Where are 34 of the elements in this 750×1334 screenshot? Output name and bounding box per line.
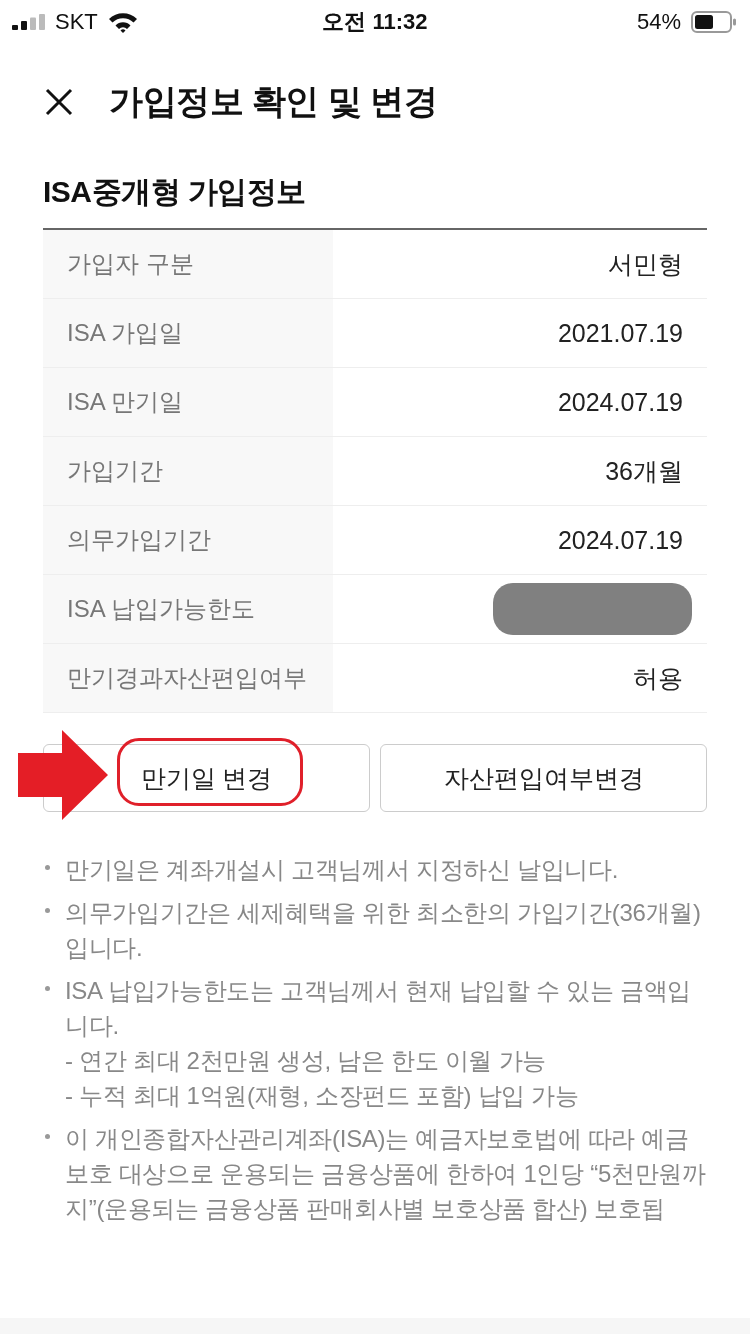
status-time: 오전 11:32 [322,8,428,36]
row-label: ISA 가입일 [43,299,333,367]
note-text: 만기일은 계좌개설시 고객님께서 지정하신 날입니다. [65,855,620,885]
battery-icon [691,11,736,33]
row-label: ISA 납입가능한도 [43,575,333,643]
note-text: 이 개인종합자산관리계좌(ISA)는 예금자보호법에 따라 예금보호 대상으로 운용되는 금융상품에 한하여 1인당 “5천만원까지”(운용되는 금융상품 판매회사별 보호상품 합산) 보호됩 [65,1124,707,1224]
row-label: 가입자 구분 [43,230,333,298]
action-button[interactable]: 자산편입여부변경 [380,744,707,812]
section-title: ISA중개형 가입정보 [43,174,307,210]
note-text: ISA 납입가능한도는 고객님께서 현재 납입할 수 있는 금액입니다. [65,976,693,1041]
close-icon [45,88,73,116]
row-label: 만기경과자산편입여부 [43,644,333,712]
row-value: 36개월 [604,455,684,487]
wifi-icon [107,11,138,33]
note-sub-item: - 누적 최대 1억원(재형, 소장펀드 포함) 납입 가능 [65,1081,580,1111]
battery-percent: 54% [636,9,681,35]
close-button[interactable] [45,88,73,116]
row-value: 2024.07.19 [556,524,684,556]
row-label: 의무가입기간 [43,506,333,574]
page-title: 가입정보 확인 및 변경 [109,81,438,122]
bullet-icon [45,908,50,913]
bullet-icon [45,986,50,991]
note-text: 의무가입기간은 세제혜택을 위한 최소한의 가입기간(36개월)입니다. [65,898,702,963]
row-value: 허용 [632,662,684,694]
row-value: 서민형 [607,248,684,280]
bullet-icon [45,1134,50,1139]
row-label: ISA 만기일 [43,368,333,436]
row-label: 가입기간 [43,437,333,505]
note-sub-item: - 연간 최대 2천만원 생성, 남은 한도 이월 가능 [65,1046,547,1076]
signal-icon [12,14,45,30]
bullet-icon [45,865,50,870]
row-value: 2024.07.19 [556,386,684,418]
carrier-name: SKT [55,9,98,35]
row-value: 2021.07.19 [556,317,684,349]
